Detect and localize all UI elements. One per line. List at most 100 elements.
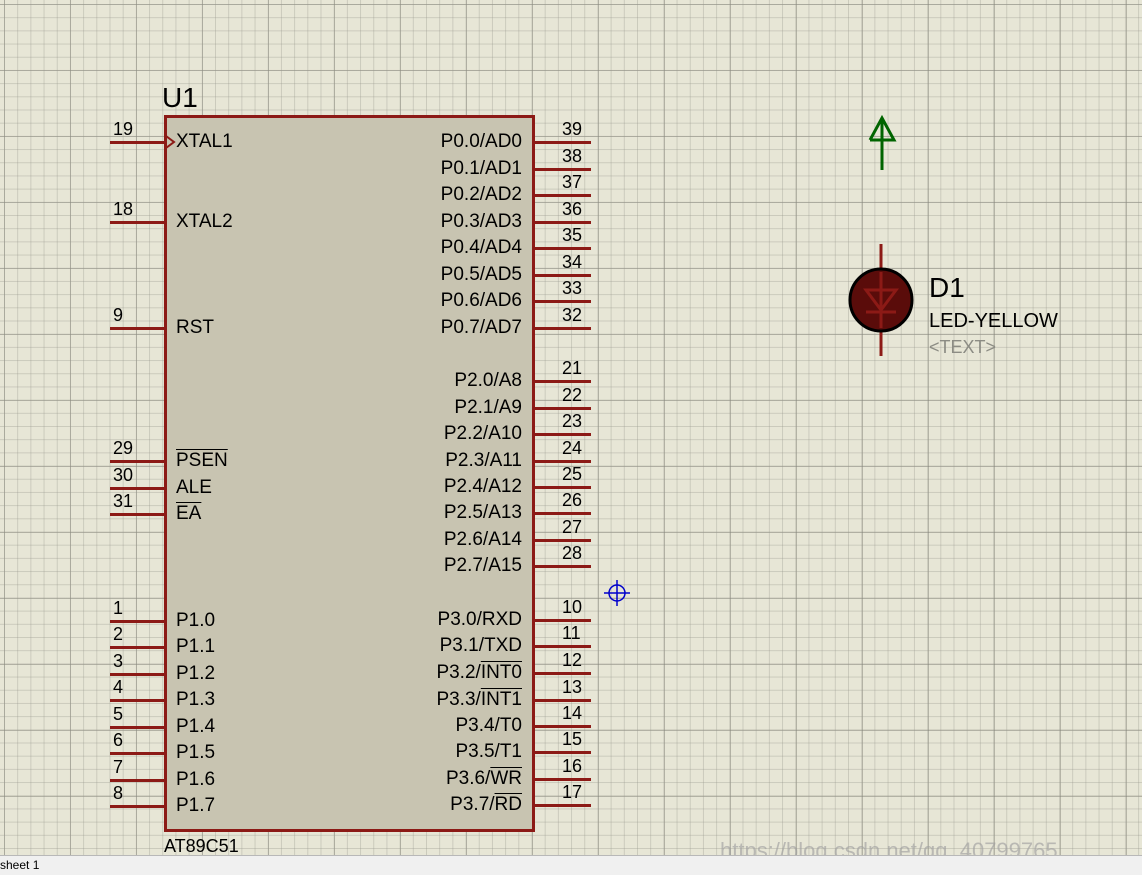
pin-number: 34 <box>562 252 583 272</box>
pin-wire[interactable] <box>110 726 166 729</box>
pin-label: P0.6/AD6 <box>441 291 522 311</box>
pin-label-text: P0.7/AD7 <box>440 317 522 338</box>
pin-number: 10 <box>562 597 583 617</box>
pin-label-text: P0.3/AD3 <box>440 211 522 232</box>
pin-label-active-low: WR <box>490 768 522 789</box>
pin-wire[interactable] <box>110 460 166 463</box>
pin-label-active-low: INT0 <box>480 662 522 683</box>
pin-label-text: P0.6/AD6 <box>440 290 522 311</box>
pin-label: P0.2/AD2 <box>441 185 522 205</box>
pin-wire[interactable] <box>535 460 591 463</box>
pin-wire[interactable] <box>110 620 166 623</box>
pin-wire[interactable] <box>535 804 591 807</box>
pin-label: RST <box>176 317 214 338</box>
pin-label-text: P2.1/A9 <box>454 397 522 418</box>
pin-label-text: P0.4/AD4 <box>440 237 522 258</box>
pin-label: XTAL1 <box>176 131 233 152</box>
schematic-canvas[interactable]: U1 AT89C51 19 XTAL1 18 XTAL2 9 RST 29 PSEN 30 ALE… <box>0 0 1142 855</box>
pin-wire[interactable] <box>535 221 591 224</box>
clock-marker-icon <box>166 135 176 149</box>
sheet-tab[interactable]: sheet 1 <box>0 858 39 872</box>
component-part-label[interactable]: AT89C51 <box>164 836 239 855</box>
pin-number: 23 <box>562 411 583 431</box>
pin-number: 2 <box>113 624 124 644</box>
pin-wire[interactable] <box>535 247 591 250</box>
pin-wire[interactable] <box>110 752 166 755</box>
led-diode-icon[interactable] <box>846 244 916 356</box>
pin-wire[interactable] <box>110 673 166 676</box>
pin-number: 6 <box>113 730 124 750</box>
pin-label: P3.5/T1 <box>455 742 522 762</box>
pin-wire[interactable] <box>110 513 166 516</box>
pin-wire[interactable] <box>535 699 591 702</box>
pin-wire[interactable] <box>535 327 591 330</box>
pin-wire[interactable] <box>535 751 591 754</box>
pin-label-active-low: INT1 <box>480 689 522 710</box>
component-ref-label[interactable]: U1 <box>162 82 198 114</box>
pin-wire[interactable] <box>535 565 591 568</box>
pin-wire[interactable] <box>110 221 166 224</box>
pin-number: 15 <box>562 729 583 749</box>
led-text-label[interactable]: <TEXT> <box>929 337 996 358</box>
pin-number: 39 <box>562 119 583 139</box>
pin-number: 31 <box>113 491 134 511</box>
pin-label-text: P2.6/A14 <box>443 529 522 550</box>
pin-label: PSEN <box>176 450 228 471</box>
pin-label: EA <box>176 503 202 524</box>
pin-wire[interactable] <box>110 487 166 490</box>
pin-wire[interactable] <box>110 779 166 782</box>
pin-number: 17 <box>562 782 583 802</box>
led-ref-label[interactable]: D1 <box>929 272 965 304</box>
pin-label-text: P2.3/A11 <box>445 450 522 471</box>
pin-number: 1 <box>113 598 124 618</box>
pin-wire[interactable] <box>535 168 591 171</box>
pin-number: 24 <box>562 438 583 458</box>
pin-label: P1.1 <box>176 636 216 657</box>
pin-wire[interactable] <box>535 486 591 489</box>
pin-number: 4 <box>113 677 124 697</box>
pin-wire[interactable] <box>535 380 591 383</box>
pin-number: 27 <box>562 517 583 537</box>
pin-number: 37 <box>562 172 583 192</box>
pin-wire[interactable] <box>535 407 591 410</box>
pin-number: 21 <box>562 358 583 378</box>
pin-wire[interactable] <box>535 672 591 675</box>
pin-label-text: P3.0/RXD <box>437 609 522 630</box>
pin-wire[interactable] <box>535 274 591 277</box>
pin-label-text: P3.3/ <box>436 689 481 710</box>
pin-wire[interactable] <box>535 645 591 648</box>
pin-number: 30 <box>113 465 134 485</box>
pin-label-text: P3.2/ <box>436 662 481 683</box>
pin-wire[interactable] <box>535 539 591 542</box>
pin-label: P2.7/A15 <box>444 556 522 576</box>
pin-label-active-low: RD <box>494 794 522 815</box>
pin-number: 29 <box>113 438 134 458</box>
pin-label-text: P3.7/ <box>450 794 495 815</box>
pin-wire[interactable] <box>535 778 591 781</box>
pin-wire[interactable] <box>110 327 166 330</box>
pin-label: P1.4 <box>176 716 216 737</box>
pin-wire[interactable] <box>535 194 591 197</box>
led-value-label[interactable]: LED-YELLOW <box>929 310 1058 333</box>
pin-wire[interactable] <box>535 619 591 622</box>
pin-label-text: P3.4/T0 <box>455 715 522 736</box>
pin-label-text: P2.7/A15 <box>443 555 522 576</box>
pin-wire[interactable] <box>110 699 166 702</box>
pin-wire[interactable] <box>535 433 591 436</box>
power-terminal-icon[interactable] <box>862 112 902 172</box>
pin-label: P2.1/A9 <box>454 398 522 418</box>
pin-wire[interactable] <box>535 725 591 728</box>
pin-wire[interactable] <box>535 141 591 144</box>
pin-number: 33 <box>562 278 583 298</box>
pin-label: P0.4/AD4 <box>441 238 522 258</box>
pin-wire[interactable] <box>535 512 591 515</box>
pin-wire[interactable] <box>535 300 591 303</box>
pin-label: P2.3/A11 <box>445 451 522 471</box>
pin-label: P0.5/AD5 <box>441 265 522 285</box>
pin-wire[interactable] <box>110 141 166 144</box>
pin-number: 13 <box>562 677 583 697</box>
pin-number: 19 <box>113 119 134 139</box>
pin-wire[interactable] <box>110 646 166 649</box>
pin-wire[interactable] <box>110 805 166 808</box>
pin-label: P0.3/AD3 <box>441 212 522 232</box>
